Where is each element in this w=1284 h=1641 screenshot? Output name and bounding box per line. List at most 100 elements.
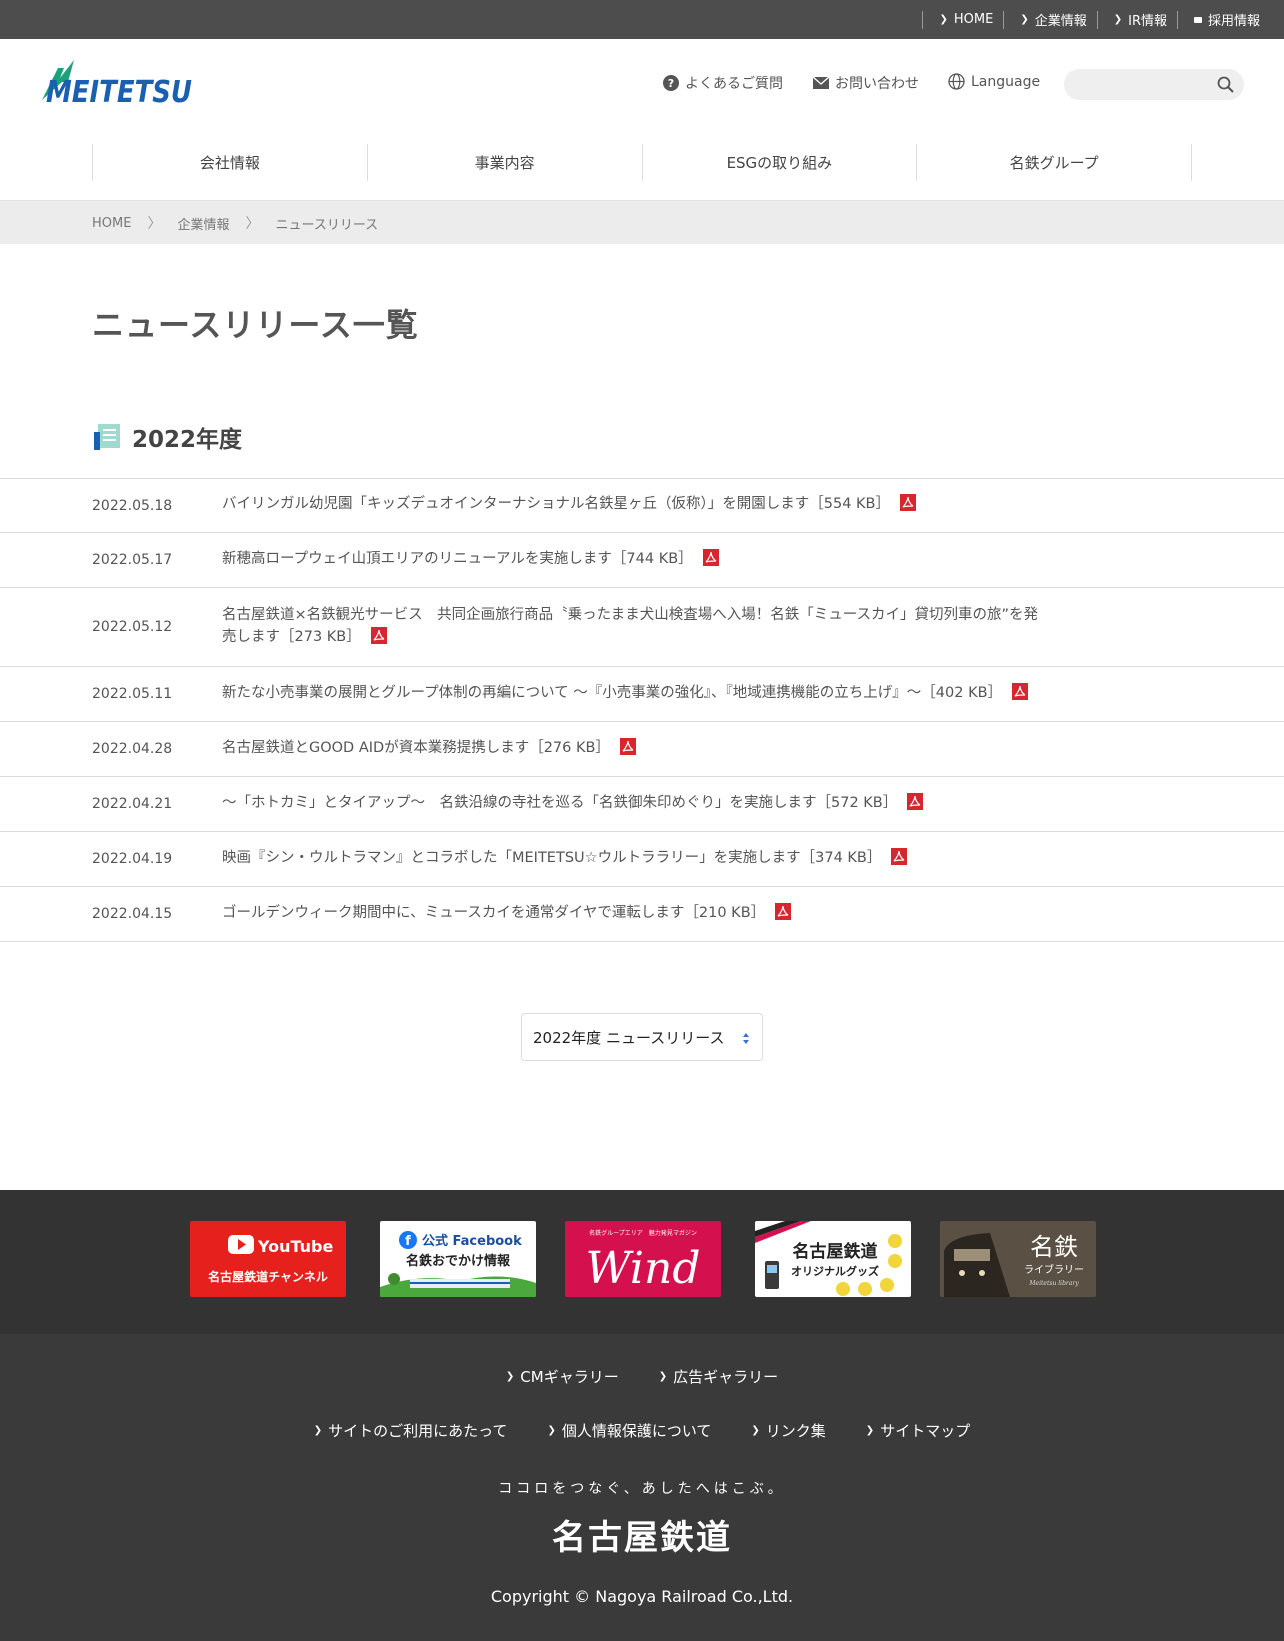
news-title-link[interactable]: 名古屋鉄道×名鉄観光サービス 共同企画旅行商品〝乗ったまま犬山検査場へ入場！名鉄… bbox=[222, 604, 1042, 651]
external-window-icon bbox=[1193, 16, 1202, 23]
news-date: 2022.04.21 bbox=[92, 796, 173, 812]
facebook-banner[interactable]: f 公式 Facebook 名鉄おでかけ情報 bbox=[380, 1221, 536, 1297]
library-label: 名鉄 bbox=[1030, 1233, 1078, 1261]
question-icon: ? bbox=[663, 75, 679, 91]
newspaper-icon bbox=[92, 422, 122, 452]
chevron-right-icon: 〉 bbox=[245, 216, 260, 232]
library-banner[interactable]: 名鉄 ライブラリー Meitetsu library bbox=[940, 1221, 1096, 1297]
svg-text:?: ? bbox=[668, 77, 674, 90]
breadcrumb-current: ニュースリリース bbox=[275, 217, 379, 233]
footer-links-row2: ❯ サイトのご利用にあたって ❯ 個人情報保護について ❯ リンク集 ❯ サイトマップ bbox=[0, 1420, 1284, 1441]
wind-sub: 名鉄グループエリア 魅力発見マガジン bbox=[589, 1229, 697, 1237]
top-link-ir[interactable]: ❯ IR情報 bbox=[1096, 10, 1177, 29]
chevron-right-icon: ❯ bbox=[505, 1371, 515, 1382]
pdf-icon bbox=[1012, 682, 1029, 707]
news-row: 2022.04.28 名古屋鉄道とGOOD AIDが資本業務提携します［276 … bbox=[0, 722, 1284, 777]
chevron-right-icon: ❯ bbox=[865, 1425, 875, 1436]
news-row: 2022.05.17 新穂高ロープウェイ山頂エリアのリニューアルを実施します［7… bbox=[0, 533, 1284, 588]
top-link-label: HOME bbox=[953, 12, 994, 27]
goods-label: 名古屋鉄道 bbox=[793, 1241, 878, 1262]
section-title-label: 2022年度 bbox=[132, 427, 243, 453]
news-title: 映画『シン・ウルトラマン』とコラボした「MEITETSU☆ウルトララリー」を実施… bbox=[222, 849, 882, 866]
global-nav: 会社情報 事業内容 ESGの取り組み 名鉄グループ bbox=[92, 144, 1192, 181]
news-row: 2022.04.21 〜「ホトカミ」とタイアップ〜 名鉄沿線の寺社を巡る「名鉄御… bbox=[0, 777, 1284, 832]
news-title-link[interactable]: 新たな小売事業の展開とグループ体制の再編について 〜『小売事業の強化』、『地域連… bbox=[222, 682, 1042, 707]
footer-link-privacy[interactable]: ❯ 個人情報保護について bbox=[547, 1420, 711, 1441]
page-title: ニュースリリース一覧 bbox=[92, 306, 419, 344]
youtube-brand: YouTube bbox=[257, 1237, 334, 1256]
footer-banners: YouTube 名古屋鉄道チャンネル f 公式 Facebook 名鉄おでかけ情… bbox=[0, 1190, 1284, 1334]
pdf-icon bbox=[619, 737, 636, 762]
goods-banner[interactable]: 名古屋鉄道 オリジナルグッズ bbox=[755, 1221, 911, 1297]
news-title-link[interactable]: ゴールデンウィーク期間中に、ミュースカイを通常ダイヤで運転します［210 KB］ bbox=[222, 902, 1042, 927]
chevron-right-icon: ❯ bbox=[1113, 14, 1123, 25]
breadcrumb-home[interactable]: HOME bbox=[92, 216, 131, 231]
wind-label: Wind bbox=[585, 1243, 700, 1294]
breadcrumb-company[interactable]: 企業情報 bbox=[177, 214, 229, 233]
news-title-link[interactable]: バイリンガル幼児園「キッズデュオインターナショナル名鉄星ヶ丘（仮称）」を開園しま… bbox=[222, 493, 1042, 518]
news-title-link[interactable]: 名古屋鉄道とGOOD AIDが資本業務提携します［276 KB］ bbox=[222, 737, 1042, 762]
news-title-link[interactable]: 〜「ホトカミ」とタイアップ〜 名鉄沿線の寺社を巡る「名鉄御朱印めぐり」を実施しま… bbox=[222, 792, 1042, 817]
chevron-right-icon: ❯ bbox=[1020, 14, 1029, 25]
language-link[interactable]: Language bbox=[948, 73, 1040, 90]
year-select[interactable]: 2022年度 ニュースリリース bbox=[521, 1013, 763, 1061]
pdf-icon bbox=[702, 548, 719, 573]
chevron-right-icon: ❯ bbox=[939, 14, 948, 25]
youtube-banner[interactable]: YouTube 名古屋鉄道チャンネル bbox=[190, 1221, 346, 1297]
svg-text:MEITETSU: MEITETSU bbox=[46, 75, 192, 106]
news-date: 2022.05.18 bbox=[92, 497, 173, 514]
footer-link-ad-gallery[interactable]: ❯ 広告ギャラリー bbox=[659, 1366, 778, 1387]
footer-link-label: 広告ギャラリー bbox=[673, 1368, 779, 1386]
copyright: Copyright © Nagoya Railroad Co.,Ltd. bbox=[490, 1587, 794, 1606]
pdf-icon bbox=[370, 626, 387, 651]
top-link-home[interactable]: ❯ HOME bbox=[922, 10, 1003, 29]
chevron-right-icon: ❯ bbox=[751, 1425, 760, 1436]
news-title-link[interactable]: 新穂高ロープウェイ山頂エリアのリニューアルを実施します［744 KB］ bbox=[222, 548, 1042, 573]
footer-link-sitemap[interactable]: ❯ サイトマップ bbox=[866, 1420, 970, 1441]
library-sublabel: ライブラリー bbox=[1024, 1263, 1084, 1276]
news-title: 名古屋鉄道とGOOD AIDが資本業務提携します［276 KB］ bbox=[222, 739, 610, 756]
footer-link-cm-gallery[interactable]: ❯ CMギャラリー bbox=[506, 1366, 619, 1387]
top-link-recruit[interactable]: 採用情報 bbox=[1176, 10, 1270, 29]
top-link-label: 企業情報 bbox=[1034, 14, 1087, 29]
search-input[interactable] bbox=[1064, 69, 1204, 100]
library-en: Meitetsu library bbox=[1028, 1280, 1079, 1287]
footer-link-label: サイトマップ bbox=[880, 1422, 971, 1440]
mail-icon bbox=[813, 77, 829, 89]
faq-link[interactable]: ? よくあるご質問 bbox=[663, 73, 783, 93]
news-row: 2022.04.19 映画『シン・ウルトラマン』とコラボした「MEITETSU☆… bbox=[0, 832, 1284, 887]
news-title: ゴールデンウィーク期間中に、ミュースカイを通常ダイヤで運転します［210 KB］ bbox=[222, 904, 766, 921]
top-link-company[interactable]: ❯ 企業情報 bbox=[1003, 10, 1096, 29]
news-date: 2022.04.28 bbox=[92, 741, 173, 757]
pdf-icon bbox=[900, 494, 916, 518]
meitetsu-logo[interactable]: MEITETSU bbox=[38, 58, 194, 110]
facebook-label: 名鉄おでかけ情報 bbox=[406, 1253, 511, 1269]
breadcrumb: HOME 〉 企業情報 〉 ニュースリリース bbox=[0, 200, 1284, 244]
nav-esg[interactable]: ESGの取り組み bbox=[643, 144, 918, 181]
news-title-link[interactable]: 映画『シン・ウルトラマン』とコラボした「MEITETSU☆ウルトララリー」を実施… bbox=[222, 847, 1042, 872]
svg-text:f: f bbox=[405, 1234, 411, 1249]
footer-tagline: ココロをつなぐ、あしたへはこぶ。 bbox=[498, 1481, 786, 1497]
news-date: 2022.04.15 bbox=[92, 906, 173, 922]
facebook-brand: 公式 Facebook bbox=[422, 1233, 522, 1249]
nav-company-info[interactable]: 会社情報 bbox=[93, 144, 368, 181]
top-link-label: 採用情報 bbox=[1207, 14, 1260, 29]
pdf-icon bbox=[907, 792, 924, 817]
search-icon[interactable] bbox=[1217, 76, 1234, 97]
globe-icon bbox=[948, 73, 965, 90]
nav-group[interactable]: 名鉄グループ bbox=[917, 144, 1192, 181]
top-link-label: IR情報 bbox=[1128, 14, 1167, 29]
chevron-right-icon: ❯ bbox=[658, 1371, 668, 1382]
pdf-icon bbox=[891, 847, 908, 872]
news-row: 2022.05.18 バイリンガル幼児園「キッズデュオインターナショナル名鉄星ヶ… bbox=[0, 479, 1284, 533]
footer-link-links[interactable]: ❯ リンク集 bbox=[751, 1420, 825, 1441]
nav-business[interactable]: 事業内容 bbox=[368, 144, 643, 181]
contact-link[interactable]: お問い合わせ bbox=[813, 73, 919, 93]
goods-sublabel: オリジナルグッズ bbox=[791, 1264, 879, 1278]
wind-banner[interactable]: 名鉄グループエリア 魅力発見マガジン Wind bbox=[565, 1221, 721, 1297]
footer-link-terms[interactable]: ❯ サイトのご利用にあたって bbox=[314, 1420, 508, 1441]
news-title: 名古屋鉄道×名鉄観光サービス 共同企画旅行商品〝乗ったまま犬山検査場へ入場！名鉄… bbox=[222, 606, 1038, 645]
news-date: 2022.05.11 bbox=[92, 686, 173, 702]
footer-link-label: サイトのご利用にあたって bbox=[328, 1422, 508, 1440]
news-date: 2022.05.17 bbox=[92, 552, 173, 568]
